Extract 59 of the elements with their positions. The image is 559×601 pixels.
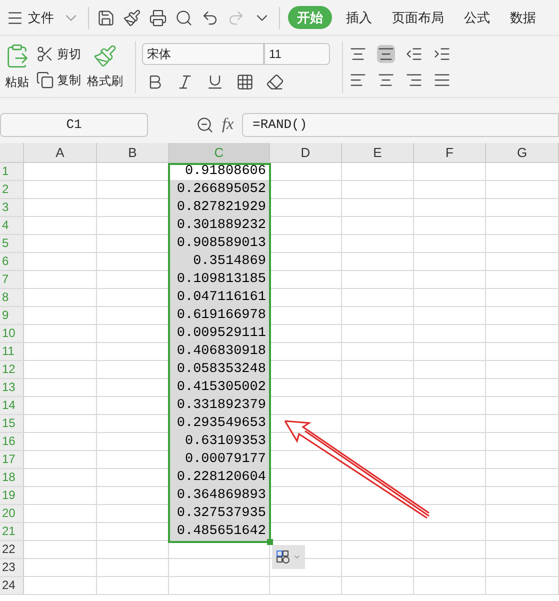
ribbon-tab[interactable]: 插入: [340, 8, 378, 28]
column-header[interactable]: A: [24, 143, 97, 162]
fill-handle[interactable]: [267, 539, 273, 545]
name-box[interactable]: C1: [0, 112, 148, 136]
ribbon-tab[interactable]: 页面布局: [386, 8, 450, 28]
table-cell-text: 0.485651642: [176, 523, 267, 540]
quick-fill-button[interactable]: [272, 545, 305, 569]
ribbon-tab[interactable]: 公式: [458, 8, 496, 28]
eraser-icon[interactable]: [266, 72, 284, 90]
table-cell-text: 0.228120604: [176, 469, 267, 486]
table-cell-text: 0.827821929: [176, 199, 267, 216]
preview-icon[interactable]: [175, 8, 193, 26]
table-cell-text: 0.00079177: [184, 451, 267, 468]
column-header[interactable]: G: [486, 143, 559, 162]
table-cell-text: 0.109813185: [176, 271, 267, 288]
table-cell-text: 0.009529111: [176, 325, 267, 342]
table-cell-text: 0.301889232: [176, 217, 267, 234]
table-cell-text: 0.619166978: [176, 307, 267, 324]
cut-button[interactable]: 剪切: [57, 44, 81, 62]
function-icon[interactable]: fx: [222, 112, 234, 136]
align-middle-icon[interactable]: [377, 44, 395, 62]
file-menu[interactable]: 文件: [28, 8, 54, 28]
print-icon[interactable]: [149, 8, 167, 26]
table-cell-text: 0.293549653: [176, 415, 267, 432]
brush-icon[interactable]: [123, 8, 141, 26]
table-cell-text: 0.406830918: [176, 343, 267, 360]
paste-button[interactable]: 粘贴: [5, 72, 29, 90]
table-cell-text: 0.047116161: [176, 289, 267, 306]
column-header[interactable]: F: [414, 143, 486, 162]
row-header[interactable]: 23: [0, 559, 24, 576]
copy-button[interactable]: 复制: [57, 70, 81, 88]
undo-icon[interactable]: [201, 8, 219, 26]
copy-icon[interactable]: [36, 70, 54, 88]
table-cell-text: 0.331892379: [176, 397, 267, 414]
zoom-icon[interactable]: [196, 116, 214, 134]
column-header[interactable]: D: [270, 143, 342, 162]
table-icon: [276, 550, 290, 564]
table-cell-text: 0.415305002: [176, 379, 267, 396]
table-cell-text: 0.63109353: [184, 433, 267, 450]
save-icon[interactable]: [97, 8, 115, 26]
font-field[interactable]: 宋体: [142, 42, 264, 64]
table-cell-text: 0.91808606: [184, 163, 267, 180]
table-cell-text: 0.3514869: [192, 253, 267, 270]
border-icon[interactable]: [236, 72, 254, 90]
format-painter-button[interactable]: 格式刷: [87, 72, 123, 90]
formula-field[interactable]: =RAND(): [242, 112, 559, 136]
table-cell-text: 0.327537935: [176, 505, 267, 522]
underline-icon[interactable]: [206, 72, 224, 90]
table-cell-text: 0.908589013: [176, 235, 267, 252]
scissors-icon[interactable]: [36, 44, 54, 62]
row-header[interactable]: 22: [0, 541, 24, 558]
caret-icon: [293, 553, 301, 561]
table-cell-text: 0.364869893: [176, 487, 267, 504]
column-header[interactable]: E: [342, 143, 414, 162]
table-cell-text: 0.266895052: [176, 181, 267, 198]
ribbon-tab[interactable]: 数据: [504, 8, 542, 28]
row-header[interactable]: 24: [0, 577, 24, 594]
font-size-field[interactable]: 11: [264, 42, 330, 64]
table-cell-text: 0.058353248: [176, 361, 267, 378]
